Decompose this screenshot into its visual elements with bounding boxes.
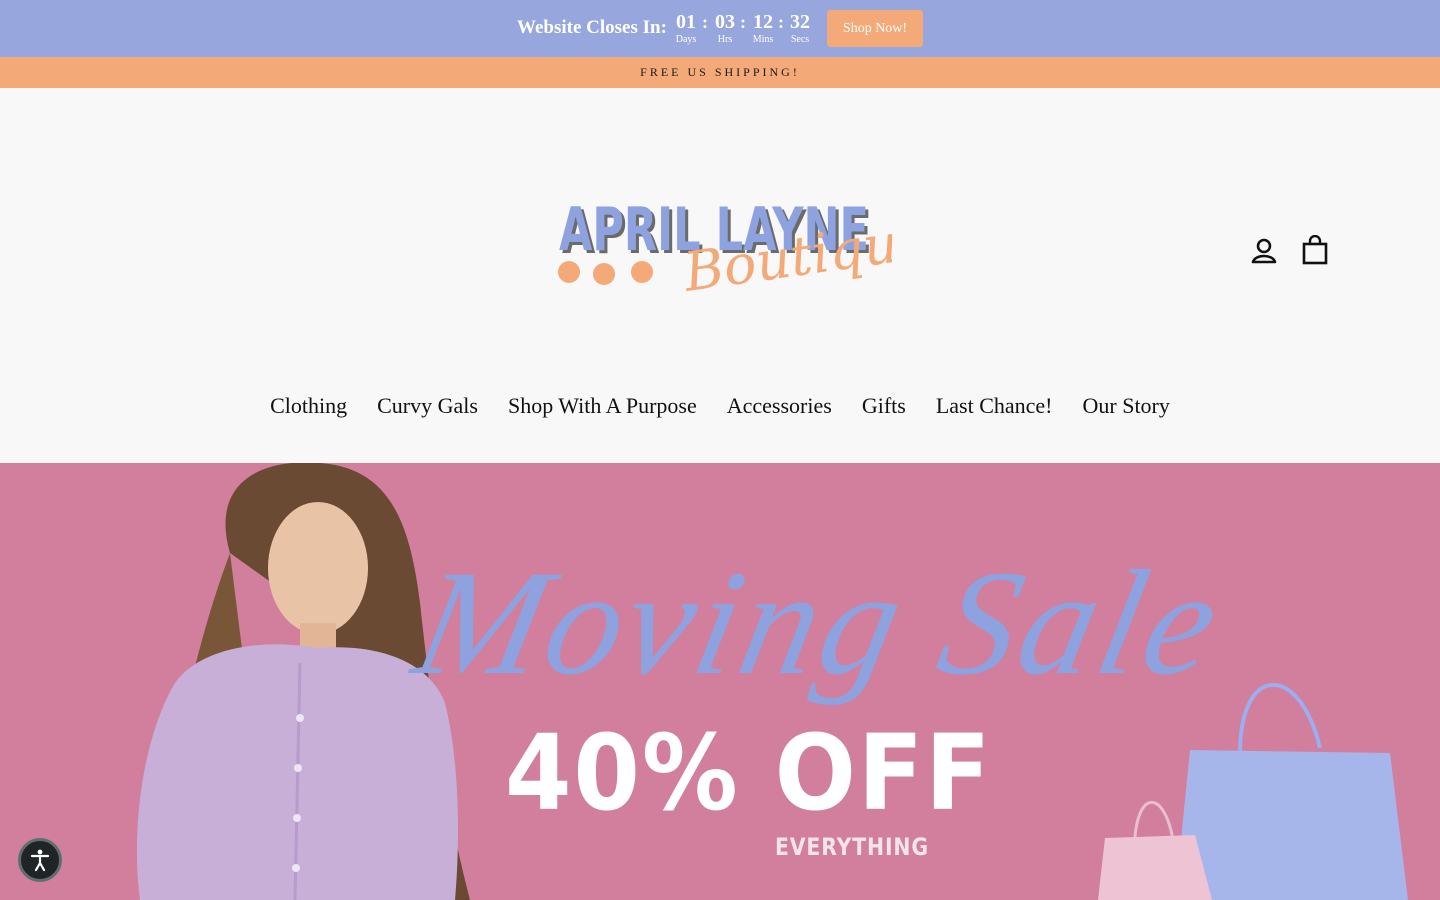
bag-handle [1238,682,1322,754]
cardigan-button [294,764,302,772]
logo-dot [593,263,615,285]
countdown-bar: Website Closes In: 01 Days : 03 Hrs : 12… [0,0,1440,57]
countdown-hours-value: 03 [715,11,735,33]
pink-shopping-bag [1098,835,1212,900]
accessibility-button[interactable] [18,838,62,882]
hero-offer-text: 40% OFF [505,712,993,834]
shopping-bag-icon[interactable] [1301,235,1329,265]
user-icon[interactable] [1250,237,1278,265]
nav-item-our-story[interactable]: Our Story [1083,391,1170,421]
countdown-seconds-label: Secs [790,34,810,45]
logo-dot [631,261,653,283]
nav-item-accessories[interactable]: Accessories [727,391,832,421]
countdown-minutes-value: 12 [753,11,773,33]
countdown-days: 01 Days [668,9,704,46]
cardigan-button [293,814,301,822]
nav-item-last-chance[interactable]: Last Chance! [936,391,1053,421]
logo-dot [558,261,580,283]
cardigan-button [292,864,300,872]
countdown-minutes-label: Mins [752,34,774,45]
countdown-minutes: 12 Mins [745,9,781,46]
accessibility-icon [30,849,50,872]
shipping-text: FREE US SHIPPING! [640,65,800,79]
shipping-announcement-bar: FREE US SHIPPING! [0,57,1440,88]
countdown-days-value: 01 [676,11,696,33]
nav-item-curvy-gals[interactable]: Curvy Gals [377,391,478,421]
cardigan-button [296,714,304,722]
countdown-days-label: Days [675,34,697,45]
brand-logo[interactable]: APRIL LAYNE APRIL LAYNE Boutique [552,193,892,308]
blue-shopping-bag [1175,750,1408,900]
hero-banner[interactable]: Moving Sale 40% OFF EVERYTHING [0,463,1440,900]
countdown-hours: 03 Hrs [707,9,743,46]
countdown-seconds-value: 32 [790,11,810,33]
countdown-title: Website Closes In: [517,17,667,38]
countdown-seconds: 32 Secs [782,9,818,46]
nav-item-gifts[interactable]: Gifts [862,391,906,421]
nav-item-clothing[interactable]: Clothing [270,391,347,421]
countdown-hours-label: Hrs [717,34,733,45]
shop-now-button[interactable]: Shop Now! [827,10,923,47]
hero-sub-text: EVERYTHING [775,833,929,861]
main-navigation: Clothing Curvy Gals Shop With A Purpose Acc… [0,391,1440,421]
hero-script-title: Moving Sale [402,540,1236,706]
site-header: APRIL LAYNE APRIL LAYNE Boutique Clothin… [0,88,1440,463]
nav-item-shop-with-a-purpose[interactable]: Shop With A Purpose [508,391,697,421]
model-face [268,502,368,634]
